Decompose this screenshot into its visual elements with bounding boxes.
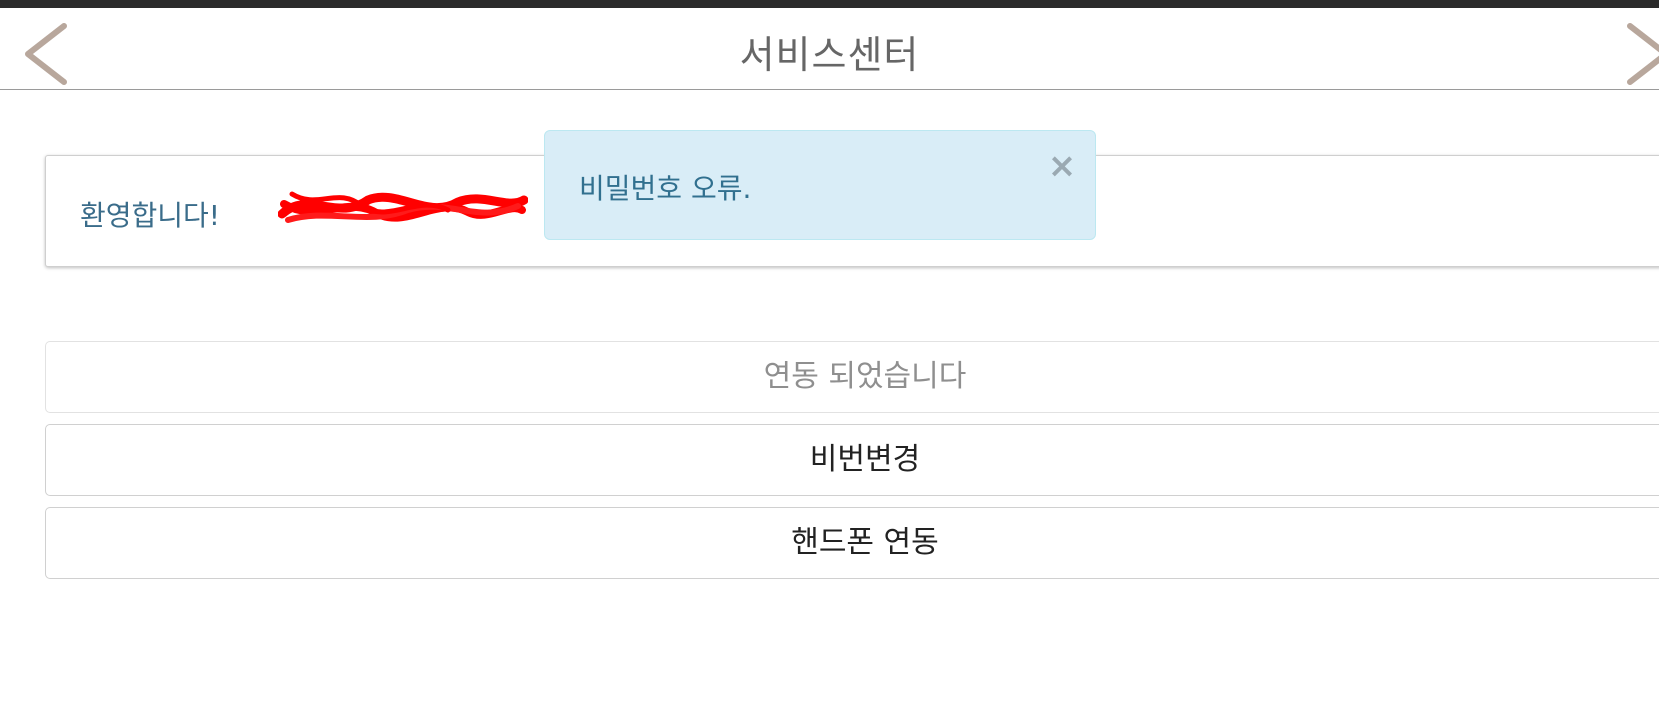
- phone-link-button[interactable]: 핸드폰 연동: [45, 507, 1659, 579]
- alert-message: 비밀번호 오류.: [579, 172, 752, 205]
- chevron-right-icon: [1627, 23, 1659, 85]
- error-alert: 비밀번호 오류. ×: [544, 130, 1096, 240]
- forward-button[interactable]: [1620, 16, 1659, 86]
- welcome-text: 환영합니다!: [80, 199, 221, 232]
- page-title: 서비스센터: [739, 33, 920, 77]
- close-icon[interactable]: ×: [1045, 149, 1079, 183]
- link-status-button[interactable]: 연동 되었습니다: [45, 341, 1659, 413]
- header-bar: 서비스센터: [0, 8, 1659, 90]
- redaction-scribble: [278, 191, 528, 223]
- status-bar: [0, 0, 1659, 8]
- change-password-button[interactable]: 비번변경: [45, 424, 1659, 496]
